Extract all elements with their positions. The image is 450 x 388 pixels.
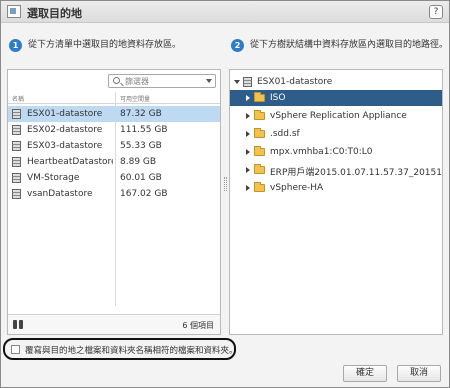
tree-item-label: .sdd.sf [270, 129, 300, 139]
datastore-list-header: 名稱 可用空間量 [8, 92, 220, 104]
datastore-icon [12, 189, 21, 199]
folder-icon [254, 92, 265, 102]
datastore-row[interactable]: VM-Storage 60.01 GB [8, 170, 220, 186]
datastore-free-space: 87.32 GB [120, 109, 162, 119]
datastore-name: ESX02-datastore [27, 125, 103, 135]
overwrite-option: 覆寫與目的地之檔案和資料夾名稱相符的檔案和資料夾。 [3, 338, 238, 360]
folder-icon [254, 182, 265, 192]
datastore-free-space: 111.55 GB [120, 125, 168, 135]
step-1-number: 1 [9, 39, 22, 52]
cancel-button[interactable]: 取消 [397, 365, 441, 382]
datastore-free-space: 8.89 GB [120, 157, 157, 167]
chevron-right-icon[interactable] [246, 95, 250, 101]
folder-icon [254, 110, 265, 120]
step-1: 1 從下方清單中選取目的地資料存放區。 [9, 39, 181, 52]
dialog-icon [7, 5, 21, 18]
datastore-name: HeartbeatDatastoreII [27, 157, 113, 167]
datastore-free-space: 55.33 GB [120, 141, 162, 151]
folder-icon [254, 146, 265, 156]
tree-item[interactable]: .sdd.sf [230, 126, 442, 142]
overwrite-label[interactable]: 覆寫與目的地之檔案和資料夾名稱相符的檔案和資料夾。 [25, 344, 238, 356]
column-header-free-space[interactable]: 可用空間量 [120, 94, 150, 103]
ok-button[interactable]: 確定 [343, 365, 387, 382]
chevron-down-icon[interactable] [206, 79, 212, 83]
column-header-name[interactable]: 名稱 [12, 94, 24, 103]
filter-placeholder: 篩選器 [125, 77, 149, 86]
chevron-right-icon[interactable] [246, 185, 250, 191]
overwrite-checkbox[interactable] [11, 345, 20, 354]
datastore-icon [12, 141, 21, 151]
search-icon [113, 77, 120, 84]
datastore-free-space: 60.01 GB [120, 173, 162, 183]
datastore-row[interactable]: vsanDatastore 167.02 GB [8, 186, 220, 202]
tree-item[interactable]: vSphere Replication Appliance [230, 108, 442, 124]
datastore-icon [12, 125, 21, 135]
tree-root-label: ESX01-datastore [257, 77, 333, 87]
folder-tree-panel: ESX01-datastore ISO vSphere Replication … [229, 69, 443, 335]
tree-item[interactable]: ERP用戶端2015.01.07.11.57.37_201517_12 [230, 162, 442, 178]
select-destination-dialog: 選取目的地 ? 1 從下方清單中選取目的地資料存放區。 2 從下方樹狀結構中資料… [0, 0, 450, 388]
datastore-name: vsanDatastore [27, 189, 93, 199]
chevron-right-icon[interactable] [246, 167, 250, 173]
datastore-icon [12, 157, 21, 167]
binoculars-icon[interactable] [13, 320, 24, 329]
panel-splitter-handle[interactable] [224, 177, 227, 191]
chevron-down-icon[interactable] [234, 80, 240, 84]
chevron-right-icon[interactable] [246, 131, 250, 137]
tree-item-label: mpx.vmhba1:C0:T0:L0 [270, 147, 373, 157]
folder-icon [254, 164, 265, 174]
datastore-row[interactable]: HeartbeatDatastoreII 8.89 GB [8, 154, 220, 170]
tree-item-label: ERP用戶端2015.01.07.11.57.37_201517_12 [270, 168, 442, 178]
dialog-title: 選取目的地 [27, 7, 82, 20]
chevron-right-icon[interactable] [246, 113, 250, 119]
tree-item-label: ISO [270, 93, 286, 103]
item-count: 6 個項目 [182, 321, 214, 330]
step-2-number: 2 [231, 39, 244, 52]
filter-input[interactable]: 篩選器 [108, 74, 216, 88]
tree-item-label: vSphere Replication Appliance [270, 111, 407, 121]
datastore-name: VM-Storage [27, 173, 80, 183]
datastore-row[interactable]: ESX03-datastore 55.33 GB [8, 138, 220, 154]
tree-item[interactable]: mpx.vmhba1:C0:T0:L0 [230, 144, 442, 160]
datastore-row[interactable]: ESX01-datastore 87.32 GB [8, 106, 220, 122]
tree-root[interactable]: ESX01-datastore [230, 74, 442, 90]
step-2: 2 從下方樹狀結構中資料存放區內選取目的地路徑。 [231, 39, 448, 52]
tree-item-iso[interactable]: ISO [230, 90, 442, 106]
datastore-name: ESX03-datastore [27, 141, 103, 151]
datastore-list-panel: 篩選器 名稱 可用空間量 ESX01-datastore 87.32 GB ES… [7, 69, 221, 335]
step-2-text: 從下方樹狀結構中資料存放區內選取目的地路徑。 [250, 40, 449, 50]
folder-icon [254, 128, 265, 138]
datastore-free-space: 167.02 GB [120, 189, 168, 199]
help-button[interactable]: ? [429, 5, 443, 19]
title-bar: 選取目的地 ? [1, 1, 449, 23]
tree-item-label: vSphere-HA [270, 183, 324, 193]
datastore-name: ESX01-datastore [27, 109, 103, 119]
datastore-icon [243, 77, 252, 87]
datastore-icon [12, 109, 21, 119]
datastore-row[interactable]: ESX02-datastore 111.55 GB [8, 122, 220, 138]
chevron-right-icon[interactable] [246, 149, 250, 155]
step-1-text: 從下方清單中選取目的地資料存放區。 [28, 40, 182, 50]
tree-item[interactable]: vSphere-HA [230, 180, 442, 196]
datastore-list-footer: 6 個項目 [8, 314, 220, 334]
datastore-icon [12, 173, 21, 183]
